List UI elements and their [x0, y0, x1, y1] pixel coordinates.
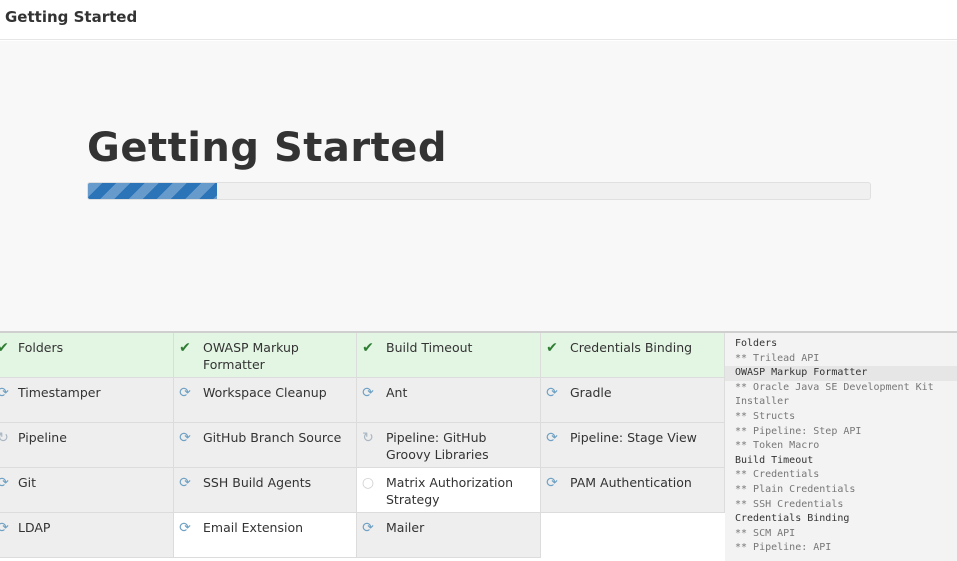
plugin-name: Folders	[18, 340, 64, 355]
plugin-item: ✔ Credentials Binding	[541, 333, 725, 378]
check-icon: ✔	[179, 340, 191, 356]
plugin-name: Gradle	[570, 385, 612, 400]
log-dependency-line: ** Pipeline: Step API	[735, 425, 862, 437]
plugin-name: Pipeline	[18, 430, 67, 445]
plugin-name: LDAP	[18, 520, 51, 535]
plugin-name: Mailer	[386, 520, 425, 535]
plugin-name: Pipeline: GitHub Groovy Libraries	[386, 430, 489, 462]
plugin-item: ✔ OWASP Markup Formatter	[174, 333, 357, 378]
check-icon: ✔	[546, 340, 558, 356]
refresh-icon: ⟳	[179, 520, 191, 536]
plugin-grid: ✔ Folders ✔ OWASP Markup Formatter ✔ Build Ti…	[0, 333, 725, 561]
plugin-item: ⟳ PAM Authentication	[541, 468, 725, 513]
top-bar: Getting Started	[0, 0, 957, 40]
refresh-icon: ⟳	[546, 385, 558, 401]
plugin-item: ⟳ LDAP	[0, 513, 174, 558]
progress-fill	[88, 183, 218, 199]
plugin-item: ✔ Build Timeout	[357, 333, 541, 378]
plugin-item: ⟳ Mailer	[357, 513, 541, 558]
refresh-icon: ⟳	[179, 430, 191, 446]
plugin-item: ⟳ GitHub Branch Source	[174, 423, 357, 468]
sync-icon: ↻	[0, 430, 9, 446]
log-dependency-line: ** Pipeline: API	[735, 542, 832, 554]
refresh-icon: ⟳	[0, 475, 9, 491]
log-dependency-line: ** Structs	[735, 410, 796, 422]
plugin-item: ⟳ Git	[0, 468, 174, 513]
plugin-item: ⟳ SSH Build Agents	[174, 468, 357, 513]
hero-section: Getting Started	[0, 41, 957, 331]
plugin-name: Credentials Binding	[570, 340, 693, 355]
plugin-name: Workspace Cleanup	[203, 385, 327, 400]
plugin-install-area: ✔ Folders ✔ OWASP Markup Formatter ✔ Build Ti…	[0, 331, 957, 561]
plugin-item: ↻ Pipeline: GitHub Groovy Libraries	[357, 423, 541, 468]
log-dependency-line: ** Trilead API	[735, 352, 820, 364]
plugin-name: Email Extension	[203, 520, 304, 535]
log-plugin-line: OWASP Markup Formatter	[725, 366, 957, 381]
log-plugin-line: Folders	[735, 338, 778, 349]
plugin-item: ↻ Pipeline	[0, 423, 174, 468]
refresh-icon: ⟳	[546, 475, 558, 491]
refresh-icon: ⟳	[0, 385, 9, 401]
plugin-item: ⟳ Gradle	[541, 378, 725, 423]
plugin-item: ⟳ Email Extension	[174, 513, 357, 558]
plugin-name: Timestamper	[18, 385, 101, 400]
plugin-name: PAM Authentication	[570, 475, 692, 490]
refresh-icon: ⟳	[546, 430, 558, 446]
log-dependency-line: ** Credentials	[735, 469, 820, 481]
log-dependency-line: ** Oracle Java SE Development Kit	[735, 381, 934, 393]
plugin-name: GitHub Branch Source	[203, 430, 342, 445]
plugin-item: ⟳ Pipeline: Stage View	[541, 423, 725, 468]
plugin-item: ⟳ Timestamper	[0, 378, 174, 423]
refresh-icon: ⟳	[179, 475, 191, 491]
log-dependency-line: ** Plain Credentials	[735, 483, 856, 495]
plugin-name: Ant	[386, 385, 408, 400]
page-heading: Getting Started	[87, 125, 447, 171]
log-dependency-line: ** SSH Credentials	[735, 498, 844, 510]
sync-icon: ↻	[362, 430, 374, 446]
plugin-name: Build Timeout	[386, 340, 473, 355]
plugin-item: ○ Matrix Authorization Strategy	[357, 468, 541, 513]
log-dependency-line: ** Token Macro	[735, 440, 820, 452]
refresh-icon: ⟳	[0, 520, 9, 536]
log-dependency-line: ** SCM API	[735, 527, 796, 539]
plugin-name: SSH Build Agents	[203, 475, 312, 490]
log-plugin-line: Build Timeout	[735, 454, 814, 466]
refresh-icon: ⟳	[362, 520, 374, 536]
plugin-name: Matrix Authorization Strategy	[386, 475, 514, 507]
plugin-name: OWASP Markup Formatter	[203, 340, 299, 372]
plugin-item: ⟳ Workspace Cleanup	[174, 378, 357, 423]
refresh-icon: ⟳	[179, 385, 191, 401]
check-icon: ✔	[362, 340, 374, 356]
install-log: Folders ** Trilead API OWASP Markup Format…	[725, 333, 957, 561]
plugin-item: ⟳ Ant	[357, 378, 541, 423]
refresh-icon: ⟳	[362, 385, 374, 401]
window-title: Getting Started	[5, 8, 138, 26]
plugin-name: Git	[18, 475, 37, 490]
check-icon: ✔	[0, 340, 9, 356]
log-dependency-line: Installer	[735, 396, 790, 408]
log-plugin-line: Credentials Binding	[735, 513, 850, 525]
plugin-item: ✔ Folders	[0, 333, 174, 378]
circle-icon: ○	[361, 475, 375, 491]
install-progress-bar	[87, 182, 871, 200]
plugin-name: Pipeline: Stage View	[570, 430, 697, 445]
